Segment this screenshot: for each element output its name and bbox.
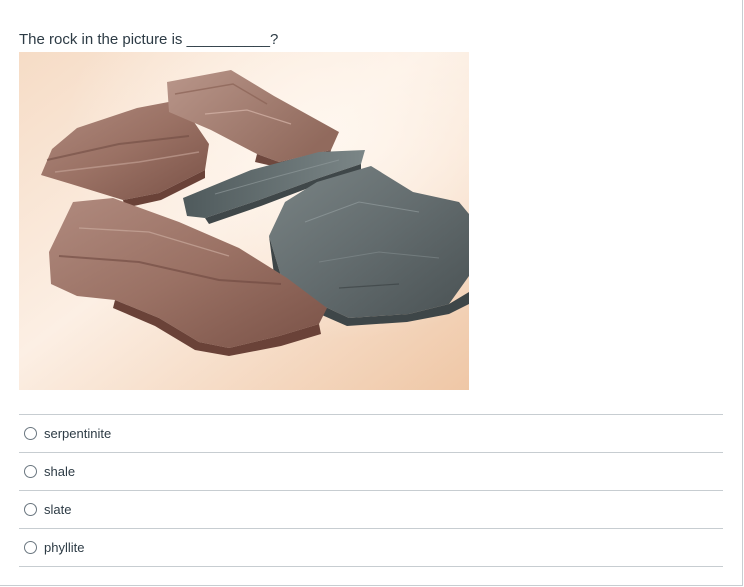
rock-photo — [19, 52, 469, 390]
radio-button[interactable] — [24, 465, 37, 478]
answer-label: shale — [44, 463, 76, 479]
answer-label: slate — [44, 501, 72, 517]
radio-button[interactable] — [24, 503, 37, 516]
answer-option-serpentinite[interactable]: serpentinite — [19, 415, 723, 453]
answer-label: phyllite — [44, 539, 85, 555]
answer-label: serpentinite — [44, 425, 112, 441]
question-text: The rock in the picture is __________? — [19, 31, 279, 48]
answer-option-slate[interactable]: slate — [19, 491, 723, 529]
answer-list: serpentinite shale slate phyllite — [19, 414, 723, 567]
radio-button[interactable] — [24, 427, 37, 440]
radio-button[interactable] — [24, 541, 37, 554]
answer-option-shale[interactable]: shale — [19, 453, 723, 491]
answer-option-phyllite[interactable]: phyllite — [19, 529, 723, 567]
